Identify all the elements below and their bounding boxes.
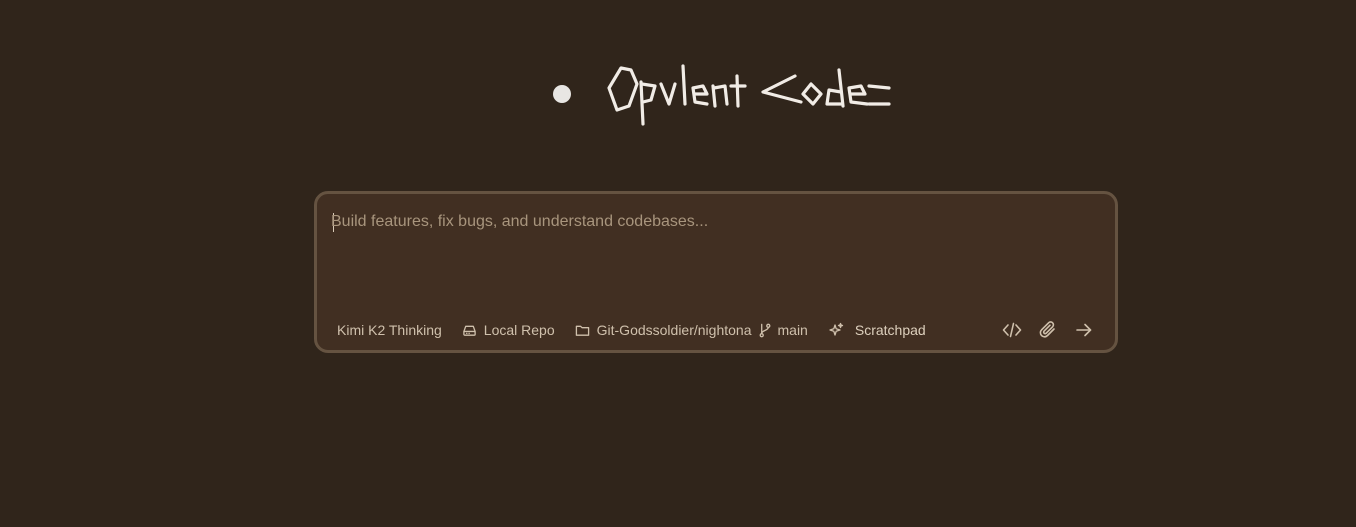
folder-selector[interactable]: Git-Godssoldier/nightona [575, 322, 752, 338]
model-selector[interactable]: Kimi K2 Thinking [337, 322, 442, 338]
header [553, 62, 897, 126]
folder-label: Git-Godssoldier/nightona [596, 322, 752, 338]
scratchpad-label: Scratchpad [854, 322, 926, 338]
code-icon [1002, 322, 1022, 338]
repo-selector[interactable]: Local Repo [462, 322, 555, 338]
paperclip-icon [1039, 321, 1055, 338]
prompt-composer: Kimi K2 Thinking Local Repo Git-Godssold… [314, 191, 1118, 353]
hard-drive-icon [463, 325, 476, 336]
sparkles-icon [829, 322, 844, 336]
branch-selector[interactable]: main [758, 322, 808, 338]
send-button[interactable] [1073, 319, 1095, 341]
composer-toolbar: Kimi K2 Thinking Local Repo Git-Godssold… [337, 320, 926, 340]
branch-label: main [777, 322, 808, 338]
app-logo [607, 62, 897, 126]
git-branch-icon [759, 323, 770, 337]
attach-button[interactable] [1037, 319, 1059, 341]
repo-label: Local Repo [483, 322, 555, 338]
scratchpad-button[interactable]: Scratchpad [828, 322, 926, 338]
status-dot [553, 85, 571, 103]
composer-actions [987, 319, 1095, 341]
prompt-input[interactable] [331, 212, 1091, 292]
app-root: Kimi K2 Thinking Local Repo Git-Godssold… [0, 0, 1356, 527]
arrow-right-icon [1076, 323, 1092, 337]
code-button[interactable] [1001, 319, 1023, 341]
folder-icon [575, 325, 589, 336]
logo-wordmark [607, 64, 891, 126]
model-label: Kimi K2 Thinking [337, 322, 442, 338]
